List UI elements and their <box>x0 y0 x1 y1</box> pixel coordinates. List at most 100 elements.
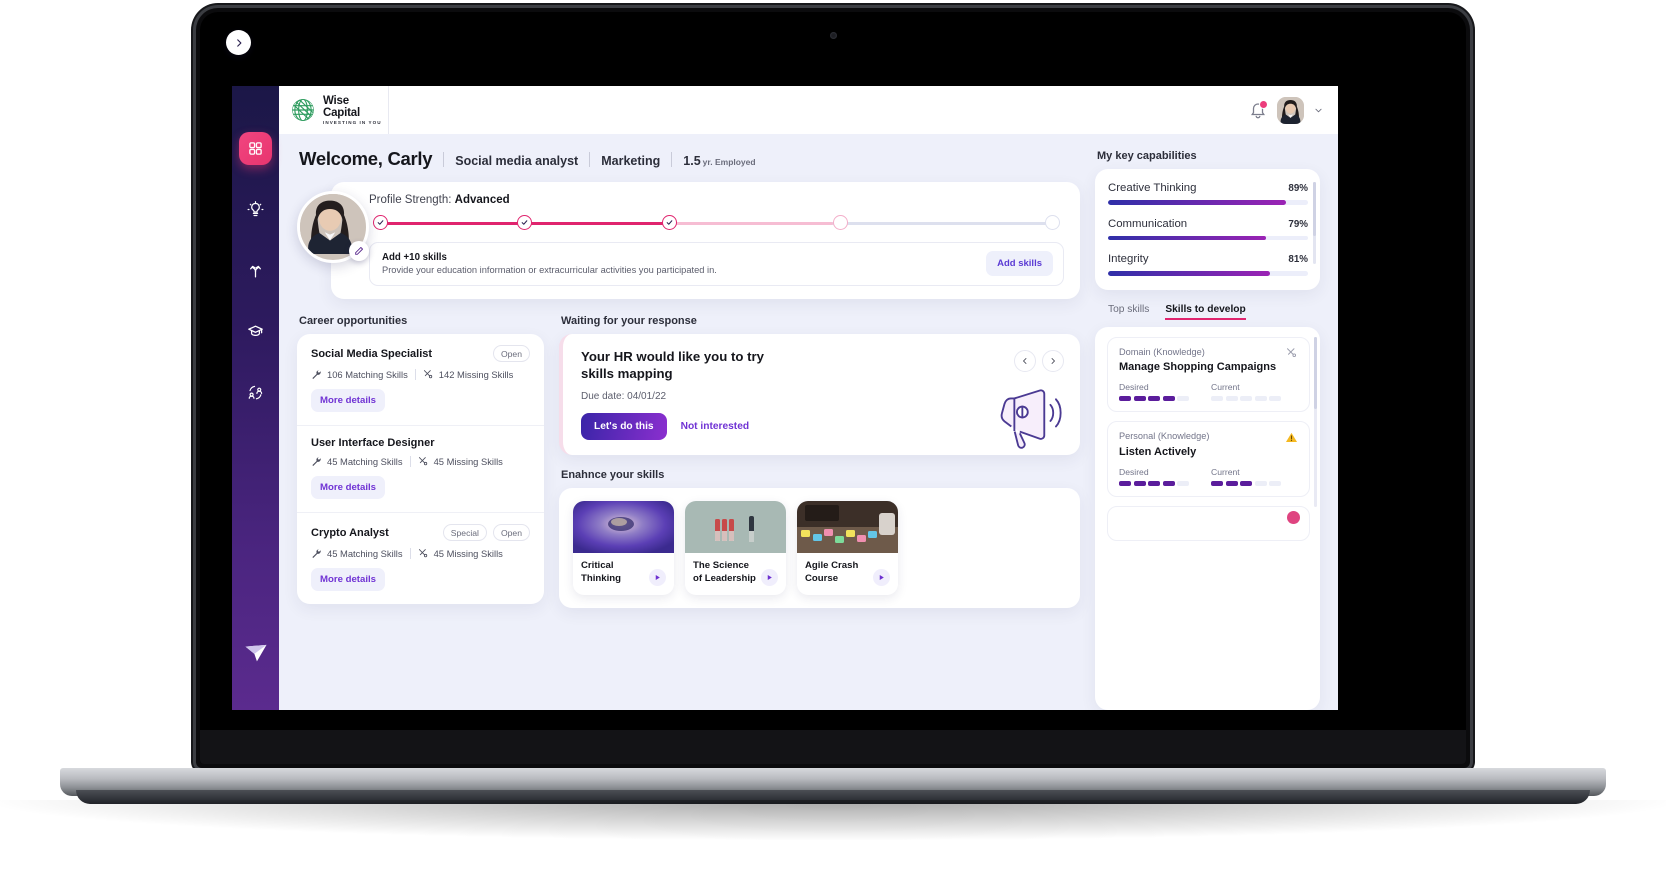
job-skill-stats: 45 Matching Skills 45 Missing Skills <box>311 456 530 467</box>
skill-card[interactable]: Personal (Knowledge) Listen Actively Des… <box>1107 420 1310 497</box>
more-details-button[interactable]: More details <box>311 389 385 412</box>
sidebar-item-career-paths[interactable] <box>239 254 272 287</box>
job-row[interactable]: Social Media Specialist Open 106 Matchin… <box>297 334 544 426</box>
segment <box>1148 480 1160 486</box>
lets-do-this-button[interactable]: Let's do this <box>581 413 667 441</box>
add-skills-button[interactable]: Add skills <box>986 251 1053 276</box>
segment <box>1162 395 1175 401</box>
scrollbar-thumb[interactable] <box>1312 182 1316 236</box>
job-title: Social Media Specialist <box>311 347 433 360</box>
carousel-prev-button[interactable] <box>1014 350 1036 372</box>
edit-profile-button[interactable] <box>349 241 369 261</box>
top-header: Wise Capital INVESTING IN YOU <box>279 86 1338 134</box>
science-of-leadership-image <box>685 501 786 554</box>
not-interested-button[interactable]: Not interested <box>681 421 750 432</box>
content-area: Welcome, Carly Social media analyst Mark… <box>279 134 1338 710</box>
segment <box>1269 480 1281 486</box>
segment <box>1119 395 1131 401</box>
stepper-node-2[interactable] <box>517 215 533 230</box>
user-role: Social media analyst <box>455 154 579 168</box>
more-details-button[interactable]: More details <box>311 568 385 591</box>
matching-skills: 45 Matching Skills <box>311 548 403 559</box>
sidebar-item-network[interactable] <box>239 376 272 409</box>
sidebar-item-learning[interactable] <box>239 315 272 348</box>
capability-percent: 89% <box>1288 183 1308 194</box>
segment <box>1211 480 1223 486</box>
sidebar-collapse-button[interactable] <box>226 30 251 55</box>
hr-task-due-date: Due date: 04/01/22 <box>581 391 667 403</box>
avatar[interactable] <box>1277 96 1304 124</box>
job-row[interactable]: Crypto Analyst Special Open 45 Matching … <box>297 513 544 604</box>
graduation-cap-icon <box>248 325 263 336</box>
agile-crash-course-image <box>797 501 898 554</box>
skill-category: Domain (Knowledge) <box>1119 346 1205 357</box>
sidebar-item-dashboard[interactable] <box>239 132 272 165</box>
skills-scrollbar[interactable] <box>1313 336 1317 507</box>
course-title: Agile Crash Course <box>805 560 859 584</box>
capability-fill <box>1108 271 1270 276</box>
special-badge: Special <box>442 524 487 541</box>
skill-meters: Desired Current <box>1119 467 1298 486</box>
current-segments <box>1211 480 1281 486</box>
job-row[interactable]: User Interface Designer 45 Matching Skil… <box>297 426 544 513</box>
stepper-node-3[interactable] <box>661 215 677 230</box>
capability-name: Integrity <box>1108 253 1149 266</box>
segment <box>1133 395 1146 401</box>
add-skills-text: Add +10 skills Provide your education in… <box>382 252 976 276</box>
carousel-next-button[interactable] <box>1042 350 1064 372</box>
course-card[interactable]: Critical Thinking <box>573 501 674 595</box>
main-area: Wise Capital INVESTING IN YOU Welcome, C… <box>279 86 1338 710</box>
notification-bell-button[interactable] <box>1249 100 1268 119</box>
career-list-card: Social Media Specialist Open 106 Matchin… <box>297 334 544 604</box>
course-card[interactable]: Agile Crash Course <box>797 501 898 595</box>
course-title: The Science of Leadership <box>693 560 756 584</box>
capability-track <box>1108 235 1308 241</box>
more-details-button[interactable]: More details <box>311 476 385 499</box>
brand-text: Wise Capital INVESTING IN YOU <box>323 95 388 126</box>
courses-list: Critical Thinking The Science of Leaders… <box>559 488 1080 607</box>
chevron-down-icon[interactable] <box>1314 106 1323 115</box>
divider <box>589 151 591 167</box>
course-body: Agile Crash Course <box>797 553 898 594</box>
skill-card-partial[interactable] <box>1107 505 1310 541</box>
capability-track <box>1108 200 1308 205</box>
sidebar-item-insights[interactable] <box>239 193 272 226</box>
brand-send-logo <box>242 639 270 667</box>
course-thumbnail <box>573 501 674 554</box>
stepper-node-5[interactable] <box>1045 215 1060 230</box>
segment <box>1211 395 1223 401</box>
course-card[interactable]: The Science of Leadership <box>685 501 786 595</box>
skill-name: Listen Actively <box>1119 445 1197 458</box>
tab-skills-to-develop[interactable]: Skills to develop <box>1165 304 1246 320</box>
play-button[interactable] <box>649 568 666 586</box>
divider <box>443 151 445 167</box>
check-icon <box>377 220 384 225</box>
skill-desired: Desired <box>1119 467 1189 486</box>
play-button[interactable] <box>873 568 890 586</box>
skill-card[interactable]: Domain (Knowledge) Manage Shopping Campa… <box>1107 336 1310 412</box>
course-body: Critical Thinking <box>573 553 674 594</box>
profile-strength-label: Profile Strength: <box>369 194 452 206</box>
profile-strength-level: Advanced <box>454 194 510 206</box>
brand-tagline: INVESTING IN YOU <box>323 119 382 125</box>
play-button[interactable] <box>761 568 778 586</box>
check-icon <box>521 220 528 225</box>
play-icon <box>879 574 884 580</box>
page-title: Welcome, Carly <box>299 148 433 169</box>
stepper-node-4[interactable] <box>833 215 849 230</box>
job-header: Crypto Analyst Special Open <box>311 524 530 541</box>
header-actions <box>1249 96 1338 124</box>
welcome-bar: Welcome, Carly Social media analyst Mark… <box>299 148 1080 170</box>
profile-strength-stepper <box>373 215 1060 231</box>
critical-thinking-image <box>573 501 674 554</box>
tab-top-skills[interactable]: Top skills <box>1108 304 1149 320</box>
stepper-node-1[interactable] <box>373 215 388 230</box>
capabilities-scrollbar[interactable] <box>1312 182 1316 264</box>
segment <box>1177 480 1189 486</box>
laptop-frame: Wise Capital INVESTING IN YOU Welcome, C… <box>196 8 1470 768</box>
stepper-track-soft <box>661 222 834 225</box>
scrollbar-thumb[interactable] <box>1313 336 1317 409</box>
grid-icon <box>249 142 262 155</box>
globe-logo-icon <box>292 99 314 121</box>
chevron-right-icon <box>236 38 241 47</box>
